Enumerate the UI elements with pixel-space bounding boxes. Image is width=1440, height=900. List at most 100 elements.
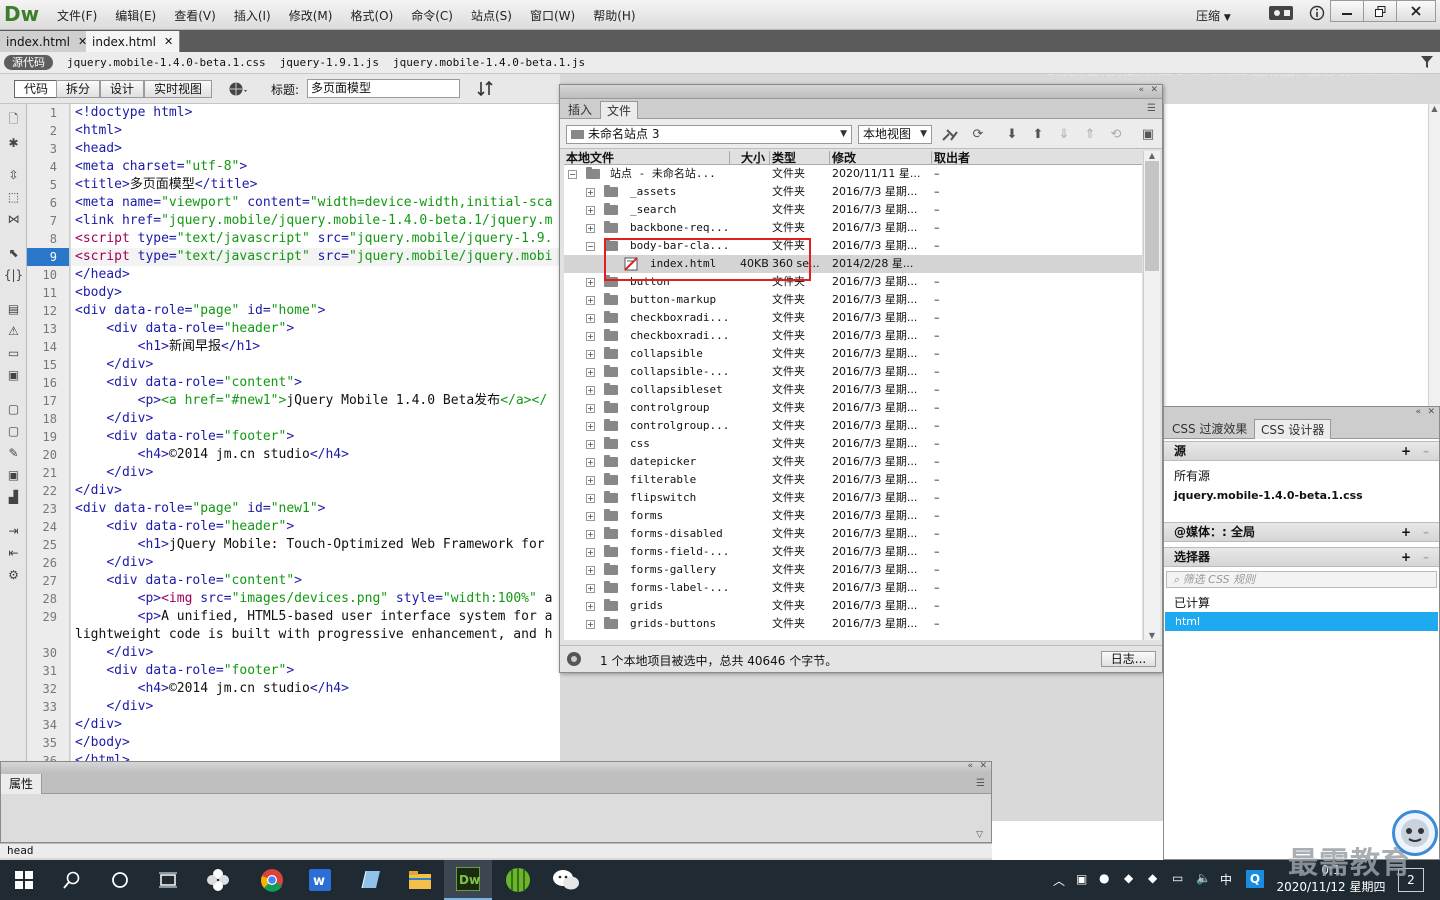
- expand-toggle-icon[interactable]: +: [586, 584, 595, 593]
- site-root-row[interactable]: − 站点 - 未命名站... 文件夹 2020/11/11 星... –: [564, 165, 1142, 183]
- folder-row[interactable]: + grids 文件夹 2016/7/3 星期... –: [564, 597, 1142, 615]
- folder-row[interactable]: + grids-buttons 文件夹 2016/7/3 星期... –: [564, 615, 1142, 633]
- tab-insert[interactable]: 插入: [562, 101, 598, 119]
- expand-toggle-icon[interactable]: +: [586, 332, 595, 341]
- outdent-icon[interactable]: ⇤: [5, 544, 22, 561]
- add-media-icon[interactable]: +: [1401, 523, 1411, 541]
- panel-title-bar[interactable]: « ✕: [1, 761, 991, 774]
- doc-tab-1[interactable]: index.html ✕: [0, 31, 95, 52]
- check-out-icon[interactable]: ⇓: [1054, 125, 1074, 144]
- tray-app-icon[interactable]: ▣: [1076, 872, 1087, 886]
- windows-start-icon[interactable]: [0, 860, 48, 900]
- folder-row[interactable]: + forms-disabled 文件夹 2016/7/3 星期... –: [564, 525, 1142, 543]
- open-documents-icon[interactable]: 🗋: [5, 112, 22, 129]
- related-file[interactable]: jquery-1.9.1.js: [280, 56, 379, 69]
- site-select[interactable]: 未命名站点 3 ▼: [566, 125, 852, 144]
- menu-format[interactable]: 格式(O): [341, 7, 402, 24]
- folder-row[interactable]: + backbone-req... 文件夹 2016/7/3 星期... –: [564, 219, 1142, 237]
- select-parent-icon[interactable]: ⋈: [5, 210, 22, 227]
- menu-view[interactable]: 查看(V): [165, 7, 225, 24]
- split-view-button[interactable]: 拆分: [56, 80, 101, 98]
- indent-icon[interactable]: ⇥: [5, 522, 22, 539]
- menu-site[interactable]: 站点(S): [462, 7, 521, 24]
- expand-toggle-icon[interactable]: +: [586, 440, 595, 449]
- expand-toggle-icon[interactable]: +: [586, 620, 595, 629]
- folder-row[interactable]: + forms-field-... 文件夹 2016/7/3 星期... –: [564, 543, 1142, 561]
- task-view-icon[interactable]: [144, 860, 192, 900]
- melon-app-icon[interactable]: [494, 860, 542, 900]
- folder-row[interactable]: + collapsible 文件夹 2016/7/3 星期... –: [564, 345, 1142, 363]
- ime-indicator[interactable]: 中: [1220, 871, 1232, 888]
- folder-row[interactable]: + forms 文件夹 2016/7/3 星期... –: [564, 507, 1142, 525]
- selectors-section-header[interactable]: 选择器 + –: [1164, 547, 1439, 567]
- expand-toggle-icon[interactable]: +: [586, 548, 595, 557]
- folder-row[interactable]: + controlgroup 文件夹 2016/7/3 星期... –: [564, 399, 1142, 417]
- close-icon[interactable]: ✕: [1427, 407, 1435, 417]
- tray-q-icon[interactable]: Q: [1246, 870, 1264, 888]
- close-icon[interactable]: ✕: [1150, 85, 1158, 95]
- balance-braces-icon[interactable]: ⬉: [5, 244, 22, 261]
- col-size[interactable]: 大小: [730, 151, 770, 165]
- design-view-button[interactable]: 设计: [100, 80, 145, 98]
- workspace-switcher[interactable]: 压缩 ▼: [1196, 7, 1231, 24]
- restore-button[interactable]: [1363, 0, 1397, 22]
- recent-snippets-icon[interactable]: ▣: [5, 466, 22, 483]
- related-file[interactable]: jquery.mobile-1.4.0-beta.1.css: [67, 56, 266, 69]
- panel-menu-icon[interactable]: ☰: [1147, 103, 1156, 114]
- tray-wechat-icon[interactable]: ●: [1099, 871, 1109, 885]
- css-rule-filter-input[interactable]: ⌕ 筛选 CSS 规则: [1166, 571, 1437, 588]
- word-wrap-icon[interactable]: ▭: [5, 344, 22, 361]
- refresh-icon[interactable]: ⟳: [968, 125, 988, 144]
- connect-icon[interactable]: [940, 125, 960, 144]
- info-bar-icon[interactable]: ▣: [5, 366, 22, 383]
- cortana-icon[interactable]: [96, 860, 144, 900]
- collapse-panel-icon[interactable]: «: [967, 761, 973, 771]
- tab-css-transitions[interactable]: CSS 过渡效果: [1166, 419, 1253, 439]
- remove-media-icon[interactable]: –: [1423, 523, 1429, 541]
- apply-comment-icon[interactable]: ▢: [5, 400, 22, 417]
- gear-icon[interactable]: [1268, 2, 1294, 24]
- tray-chevron-up-icon[interactable]: ︿: [1053, 872, 1065, 889]
- folder-row[interactable]: + flipswitch 文件夹 2016/7/3 星期... –: [564, 489, 1142, 507]
- format-source-icon[interactable]: ⚙: [5, 566, 22, 583]
- file-management-icon[interactable]: [476, 80, 496, 101]
- collapse-tag-icon[interactable]: ✱: [5, 134, 22, 151]
- sources-section-header[interactable]: 源 + –: [1164, 441, 1439, 461]
- selector-html[interactable]: html: [1165, 612, 1438, 631]
- notepad-icon[interactable]: [346, 860, 394, 900]
- expand-toggle-icon[interactable]: +: [586, 458, 595, 467]
- highlight-invalid-icon[interactable]: ▤: [5, 300, 22, 317]
- folder-row[interactable]: + _search 文件夹 2016/7/3 星期... –: [564, 201, 1142, 219]
- document-title-input[interactable]: 多页面模型: [307, 79, 460, 98]
- chrome-icon[interactable]: [248, 860, 296, 900]
- col-local-files[interactable]: 本地文件: [564, 151, 730, 165]
- expand-panel-icon[interactable]: ▣: [1138, 125, 1158, 144]
- expand-toggle-icon[interactable]: +: [586, 476, 595, 485]
- source-all[interactable]: 所有源: [1174, 467, 1210, 484]
- log-button[interactable]: 日志...: [1101, 651, 1156, 667]
- move-css-icon[interactable]: ▟: [5, 488, 22, 505]
- expand-toggle-icon[interactable]: +: [586, 368, 595, 377]
- expand-toggle-icon[interactable]: +: [586, 566, 595, 575]
- expand-toggle-icon[interactable]: +: [586, 404, 595, 413]
- file-explorer-icon[interactable]: [396, 860, 444, 900]
- source-code-badge[interactable]: 源代码: [4, 55, 53, 70]
- expand-all-icon[interactable]: ⬚: [5, 188, 22, 205]
- collapse-panel-icon[interactable]: «: [1138, 85, 1144, 95]
- network-icon[interactable]: ▭: [1172, 871, 1183, 885]
- scroll-thumb[interactable]: [1145, 161, 1159, 271]
- col-modified[interactable]: 修改: [830, 151, 932, 165]
- menu-commands[interactable]: 命令(C): [402, 7, 462, 24]
- doc-tab-2[interactable]: index.html ✕: [86, 31, 181, 52]
- folder-row[interactable]: + filterable 文件夹 2016/7/3 星期... –: [564, 471, 1142, 489]
- vertical-scrollbar[interactable]: ▲: [1428, 104, 1440, 406]
- expand-properties-icon[interactable]: ▽: [976, 830, 983, 840]
- collapse-selection-icon[interactable]: ⇳: [5, 166, 22, 183]
- folder-row[interactable]: + checkboxradi... 文件夹 2016/7/3 星期... –: [564, 327, 1142, 345]
- menu-edit[interactable]: 编辑(E): [106, 7, 165, 24]
- expand-toggle-icon[interactable]: +: [586, 386, 595, 395]
- expand-toggle-icon[interactable]: −: [568, 170, 577, 179]
- panel-title-bar[interactable]: « ✕: [560, 85, 1162, 99]
- add-source-icon[interactable]: +: [1401, 442, 1411, 460]
- tab-properties[interactable]: 属性: [1, 774, 43, 794]
